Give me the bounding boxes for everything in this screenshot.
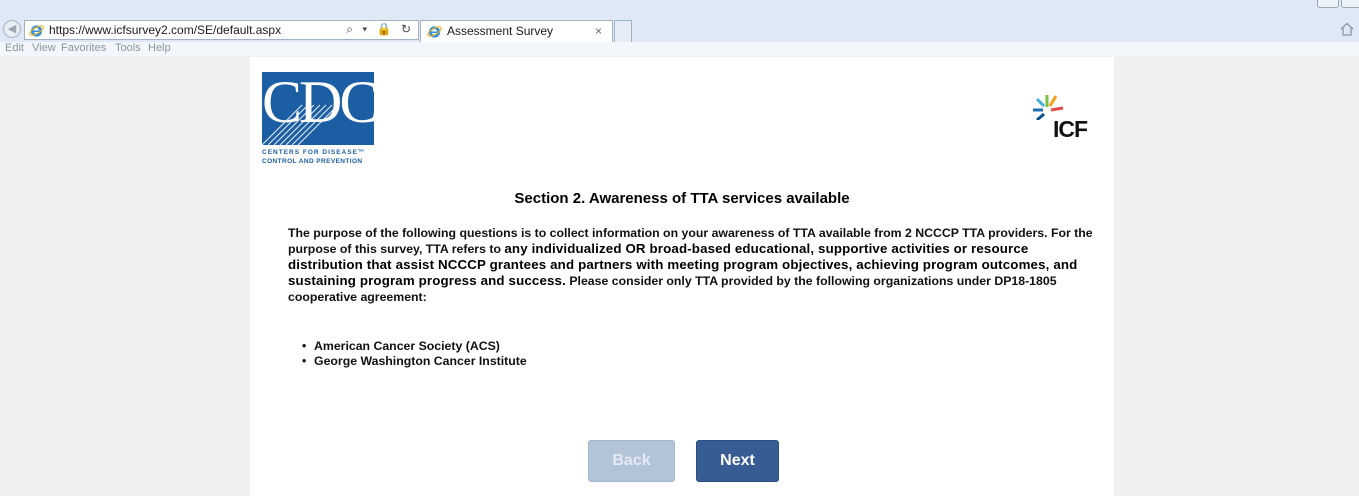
- tab-title: Assessment Survey: [447, 24, 554, 38]
- cdc-logo-line2: CONTROL AND PREVENTION: [262, 158, 363, 165]
- minimize-button[interactable]: [1317, 0, 1339, 8]
- ie-icon: [29, 25, 44, 37]
- window-controls: [1317, 0, 1359, 8]
- browser-chrome: ◀ https://www.icfsurvey2.com/SE/default.…: [0, 0, 1359, 56]
- cdc-logo: CDC CENTERS FOR DISEASE™ CONTROL AND PRE…: [262, 72, 386, 170]
- list-item: • George Washington Cancer Institute: [302, 354, 527, 368]
- menu-edit[interactable]: Edit: [5, 42, 24, 54]
- tab-assessment-survey[interactable]: Assessment Survey ×: [420, 20, 613, 42]
- back-button[interactable]: Back: [588, 440, 675, 482]
- section-intro: The purpose of the following questions i…: [288, 225, 1098, 305]
- menu-favorites[interactable]: Favorites: [61, 42, 106, 54]
- address-bar[interactable]: https://www.icfsurvey2.com/SE/default.as…: [24, 20, 419, 40]
- new-tab-button[interactable]: [614, 20, 632, 42]
- menu-tools[interactable]: Tools: [115, 42, 141, 54]
- url-text: https://www.icfsurvey2.com/SE/default.as…: [49, 23, 282, 37]
- survey-page: CDC CENTERS FOR DISEASE™ CONTROL AND PRE…: [250, 57, 1114, 496]
- cdc-logo-letters: CDC: [262, 72, 374, 135]
- next-button[interactable]: Next: [696, 440, 779, 482]
- home-icon[interactable]: [1339, 21, 1355, 37]
- restore-button[interactable]: [1341, 0, 1359, 8]
- list-item: • American Cancer Society (ACS): [302, 339, 500, 353]
- ie-tab-icon: [427, 26, 442, 38]
- cdc-logo-mark: CDC: [262, 72, 374, 145]
- menu-bar: Edit View Favorites Tools Help: [0, 42, 1359, 56]
- address-tools-icons[interactable]: ⌕ ▾ 🔒 ↻: [346, 22, 414, 37]
- browser-back-button[interactable]: ◀: [3, 20, 21, 38]
- organization-list: • American Cancer Society (ACS) • George W…: [302, 339, 527, 369]
- menu-help[interactable]: Help: [148, 42, 171, 54]
- icf-logo-text: ICF: [1053, 116, 1088, 142]
- close-tab-icon[interactable]: ×: [595, 24, 602, 38]
- cdc-logo-line1: CENTERS FOR DISEASE™: [262, 149, 366, 156]
- section-title: Section 2. Awareness of TTA services ava…: [514, 190, 850, 207]
- icf-logo: ICF: [1033, 90, 1097, 144]
- menu-view[interactable]: View: [32, 42, 56, 54]
